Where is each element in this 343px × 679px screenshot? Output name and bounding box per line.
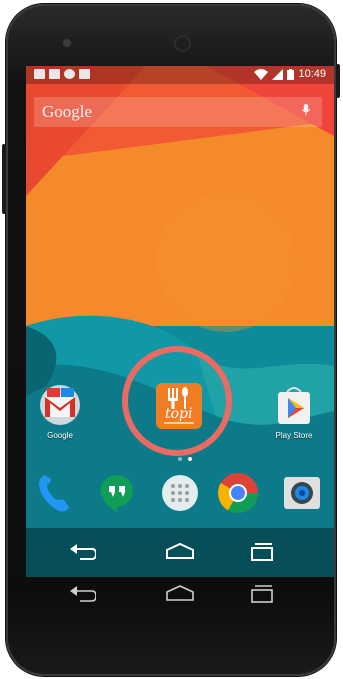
status-bar: 10:49 <box>26 66 334 84</box>
download-notification-icon <box>79 69 90 79</box>
recents-icon[interactable] <box>250 584 274 604</box>
home-icon[interactable] <box>165 584 195 602</box>
play-store-icon <box>278 387 310 424</box>
image-notification-icon <box>34 69 45 79</box>
home-button[interactable] <box>165 542 195 560</box>
phone-screen: 10:49 Google Google topi Play Store <box>26 66 334 577</box>
battery-icon <box>287 68 295 80</box>
back-button[interactable] <box>70 544 96 560</box>
search-bar-label: Google <box>42 102 93 121</box>
chrome-app[interactable] <box>216 471 260 515</box>
hardware-nav-bar <box>26 576 334 616</box>
highlight-circle <box>122 346 232 456</box>
power-button[interactable] <box>2 144 6 214</box>
app-drawer[interactable] <box>160 473 200 513</box>
gmail-app[interactable]: Google <box>36 384 84 440</box>
hangouts-notification-icon <box>64 69 75 79</box>
phone-app[interactable] <box>37 473 71 513</box>
email-notification-icon <box>49 69 60 79</box>
front-camera <box>176 37 189 50</box>
google-search-bar[interactable]: Google <box>34 97 322 127</box>
hangouts-app[interactable] <box>98 473 136 513</box>
back-icon[interactable] <box>70 586 96 602</box>
camera-app[interactable] <box>282 475 322 511</box>
play-store-app[interactable]: Play Store <box>266 384 322 440</box>
on-screen-nav-bar <box>26 528 334 577</box>
play-store-app-label: Play Store <box>275 431 313 440</box>
recents-button[interactable] <box>250 542 274 562</box>
gmail-icon <box>40 385 80 425</box>
earpiece-speaker <box>63 39 71 47</box>
page-indicator <box>178 457 192 461</box>
wifi-icon <box>254 68 269 80</box>
dock <box>26 467 334 527</box>
signal-icon <box>272 68 284 80</box>
gmail-app-label: Google <box>47 431 73 440</box>
clock: 10:49 <box>298 68 326 80</box>
volume-button[interactable] <box>336 64 340 98</box>
mic-icon[interactable] <box>302 104 310 116</box>
